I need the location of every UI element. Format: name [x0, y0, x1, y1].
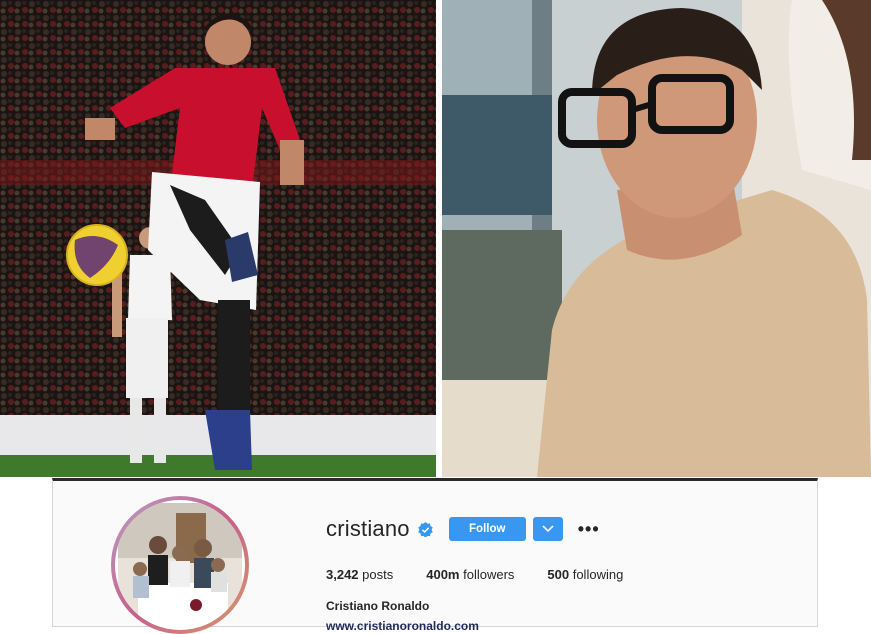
suggested-dropdown-button[interactable] — [532, 517, 563, 541]
avatar-story-ring[interactable] — [111, 496, 249, 634]
profile-header-row: cristiano Follow ••• — [326, 516, 600, 542]
stat-posts[interactable]: 3,242 posts — [326, 567, 393, 582]
follow-button[interactable]: Follow — [448, 517, 526, 541]
stat-following[interactable]: 500 following — [547, 567, 623, 582]
profile-website-link[interactable]: www.cristianoronaldo.com — [326, 619, 479, 633]
football-action-photo — [0, 0, 436, 477]
stat-value: 400m — [426, 567, 464, 582]
more-options-icon[interactable]: ••• — [578, 520, 600, 538]
portrait-photo — [442, 0, 871, 477]
stat-followers[interactable]: 400m followers — [426, 567, 514, 582]
stat-value: 500 — [547, 567, 573, 582]
instagram-profile-card: cristiano Follow ••• 3,242 posts 400m fo… — [52, 478, 818, 634]
verified-badge-icon — [418, 521, 433, 537]
avatar[interactable] — [115, 500, 245, 630]
chevron-down-icon — [542, 525, 554, 533]
profile-stats: 3,242 posts 400m followers 500 following — [326, 567, 656, 582]
stat-value: 3,242 — [326, 567, 363, 582]
stat-label: following — [572, 567, 624, 582]
username: cristiano — [326, 516, 410, 541]
profile-full-name: Cristiano Ronaldo — [326, 599, 430, 613]
stat-label: followers — [463, 567, 515, 582]
stat-label: posts — [362, 567, 394, 582]
